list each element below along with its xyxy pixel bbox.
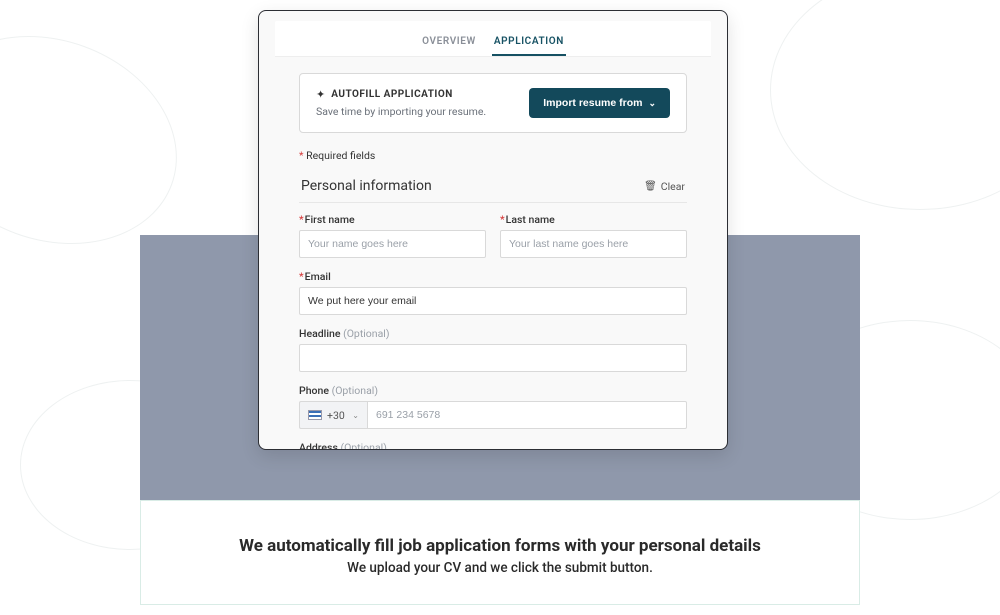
chevron-down-icon: ⌄ [648, 98, 656, 109]
address-label: Address [299, 441, 338, 450]
chevron-down-icon: ⌄ [352, 411, 359, 420]
promo-headline: We automatically fill job application fo… [239, 536, 761, 556]
tab-application[interactable]: APPLICATION [492, 28, 566, 56]
first-name-input[interactable] [299, 230, 486, 258]
autofill-title: AUTOFILL APPLICATION [331, 89, 453, 100]
application-card: OVERVIEW APPLICATION ✦ AUTOFILL APPLICAT… [258, 10, 728, 450]
promo-panel: We automatically fill job application fo… [140, 500, 860, 605]
email-label: Email [305, 270, 331, 283]
clear-button[interactable]: 🗑 Clear [644, 180, 685, 193]
tab-overview[interactable]: OVERVIEW [420, 28, 478, 56]
headline-input[interactable] [299, 344, 687, 372]
import-resume-label: Import resume from [543, 97, 642, 109]
promo-sub: We upload your CV and we click the submi… [347, 560, 653, 576]
first-name-label: First name [305, 213, 355, 226]
import-resume-button[interactable]: Import resume from ⌄ [529, 88, 670, 118]
last-name-label: Last name [506, 213, 555, 226]
phone-country-select[interactable]: +30 ⌄ [299, 401, 367, 429]
required-note: * Required fields [299, 149, 687, 162]
trash-icon: 🗑 [644, 181, 657, 192]
phone-country-code: +30 [327, 409, 345, 422]
bolt-icon: ✦ [316, 88, 325, 101]
email-input[interactable] [299, 287, 687, 315]
phone-label: Phone [299, 384, 329, 397]
autofill-box: ✦ AUTOFILL APPLICATION Save time by impo… [299, 73, 687, 133]
autofill-subtitle: Save time by importing your resume. [316, 105, 486, 118]
last-name-input[interactable] [500, 230, 687, 258]
flag-icon [308, 410, 322, 420]
headline-label: Headline [299, 327, 340, 340]
phone-input[interactable] [367, 401, 687, 429]
section-title: Personal information [301, 178, 432, 194]
tab-bar: OVERVIEW APPLICATION [275, 21, 711, 57]
